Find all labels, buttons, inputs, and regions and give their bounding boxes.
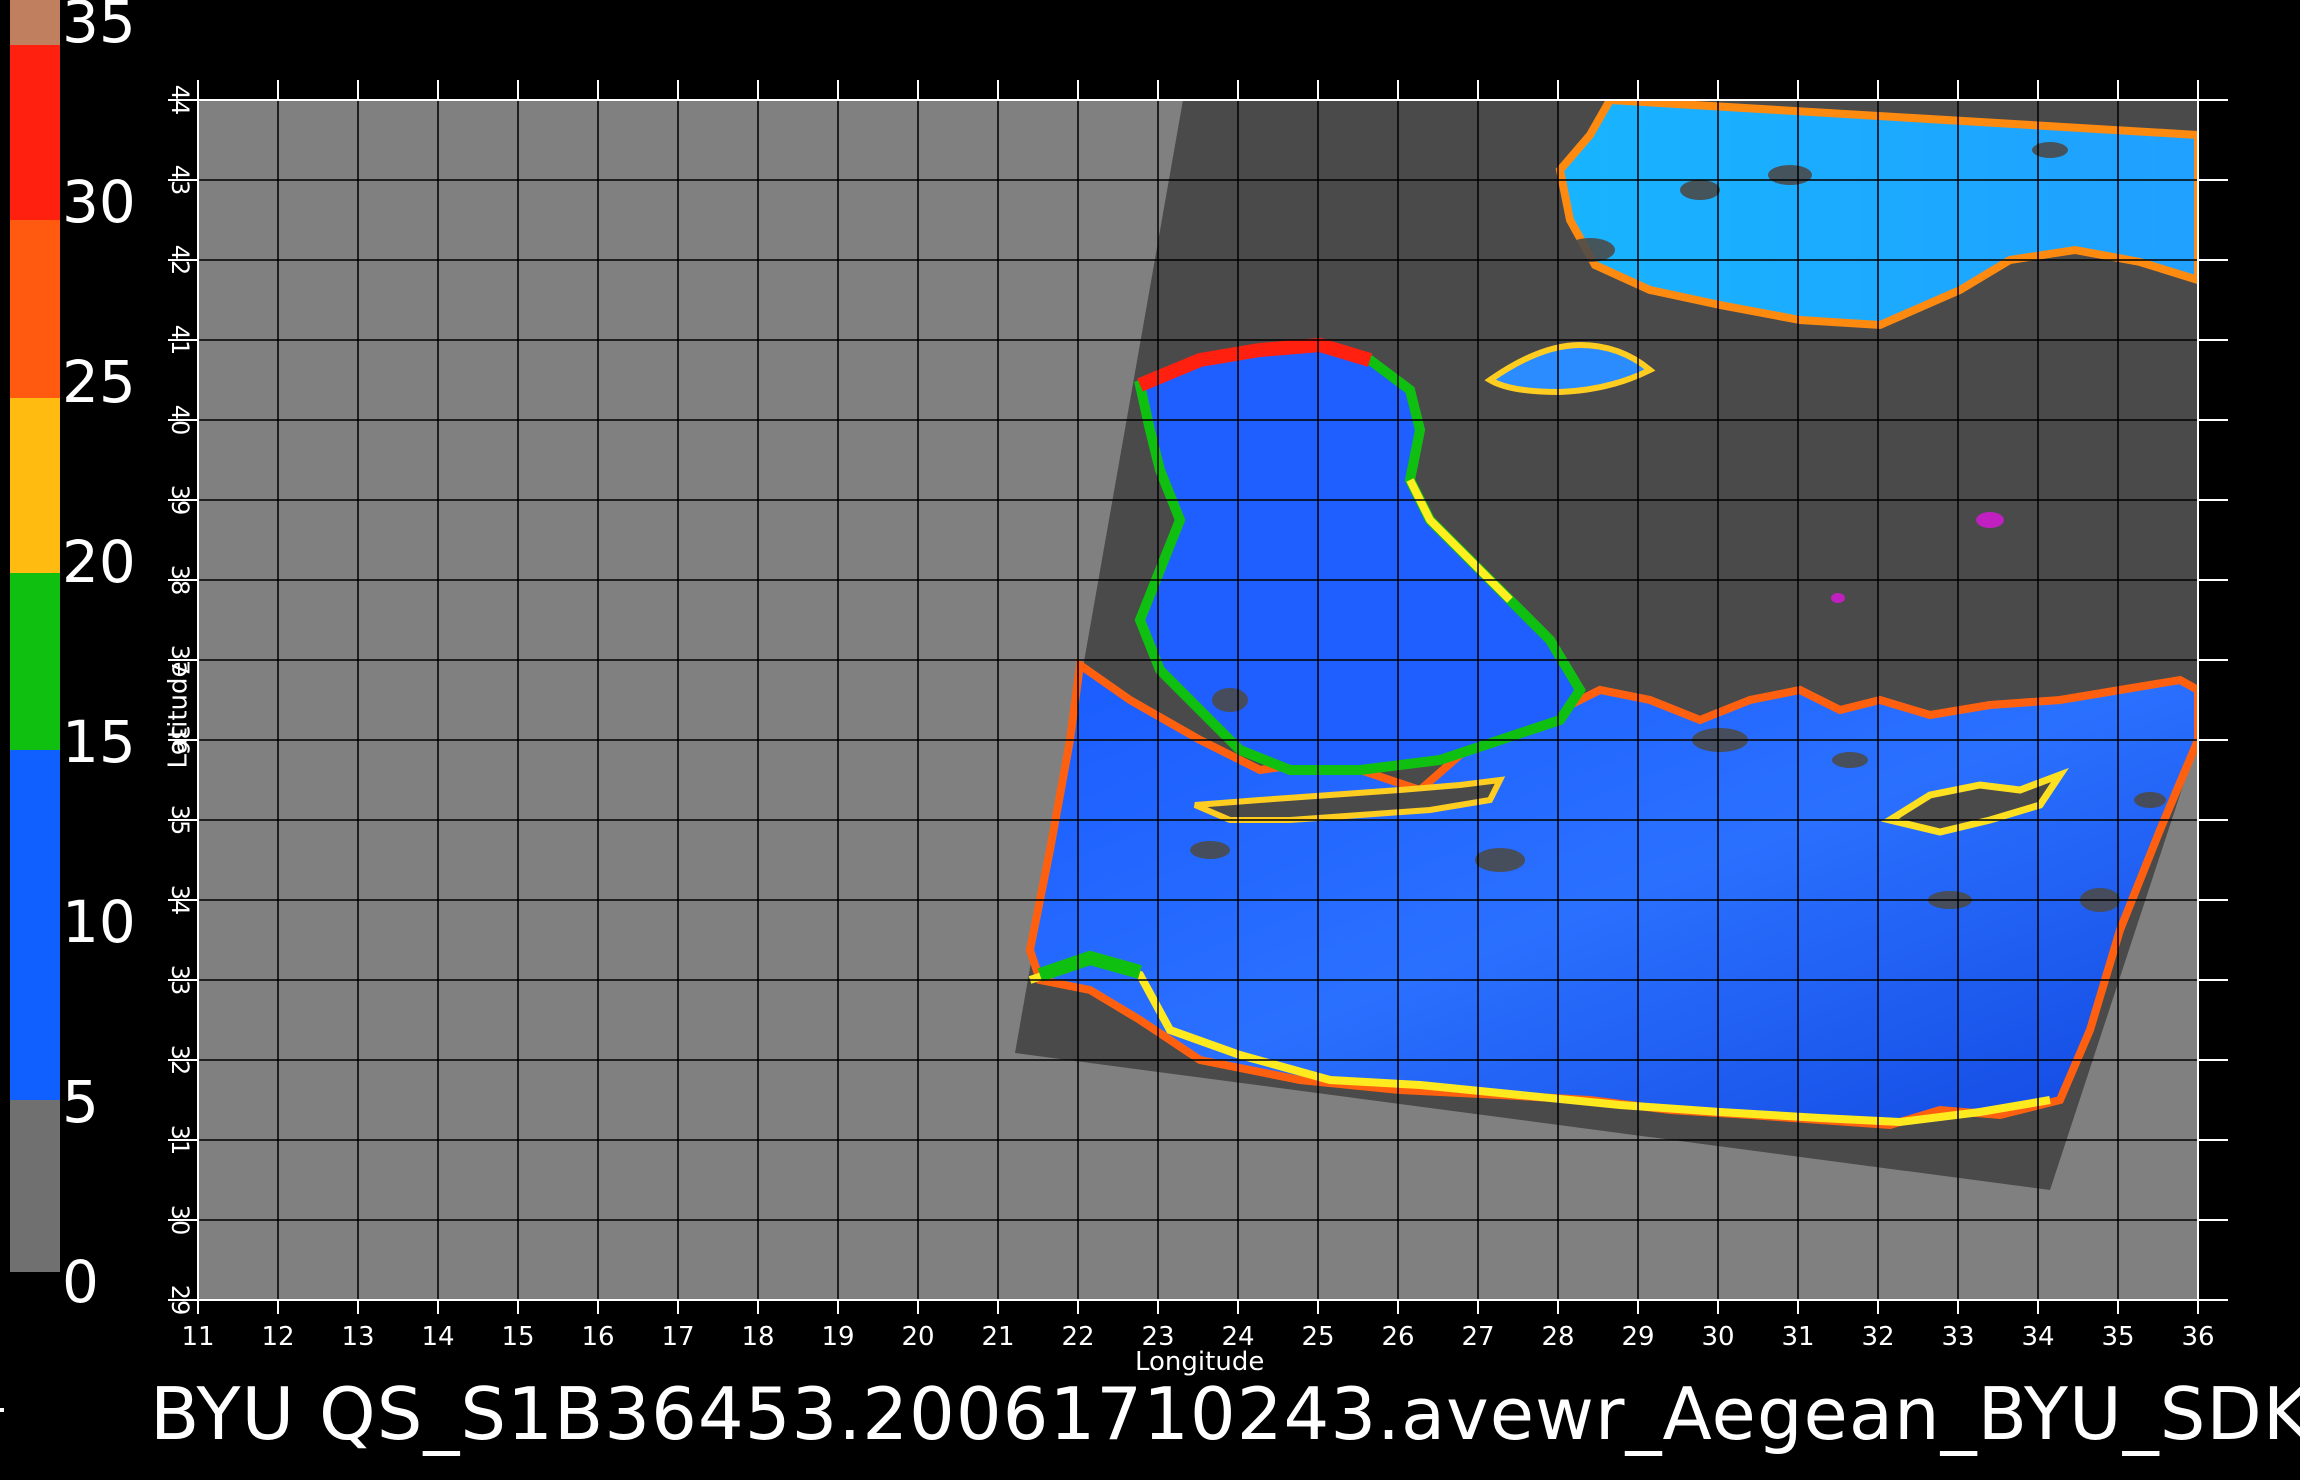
- colorbar-label: 5: [62, 1068, 99, 1136]
- y-tick-label: 38: [166, 565, 194, 596]
- island-marker: [1976, 512, 2004, 528]
- y-tick-label: 30: [166, 1205, 194, 1236]
- colorbar-blue: [10, 750, 60, 1100]
- y-tick-label: 32: [166, 1045, 194, 1076]
- y-tick-label: 34: [166, 885, 194, 916]
- colorbar-gray: [10, 1100, 60, 1272]
- x-tick-label: 27: [1461, 1322, 1494, 1352]
- colorbar-brown: [10, 0, 60, 45]
- y-tick-label: 43: [166, 165, 194, 196]
- x-tick-label: 12: [261, 1322, 294, 1352]
- y-tick-label: 41: [166, 325, 194, 356]
- colorbar-label: 15: [62, 708, 136, 776]
- x-tick-label: 32: [1861, 1322, 1894, 1352]
- y-tick-label: 42: [166, 245, 194, 276]
- x-tick-label: 33: [1941, 1322, 1974, 1352]
- x-tick-label: 25: [1301, 1322, 1334, 1352]
- x-tick-label: 34: [2021, 1322, 2054, 1352]
- x-tick-label: 31: [1781, 1322, 1814, 1352]
- colorbar-label: 25: [62, 348, 136, 416]
- x-tick-label: 26: [1381, 1322, 1414, 1352]
- x-tick-label: 21: [981, 1322, 1014, 1352]
- y-tick-label: 31: [166, 1125, 194, 1156]
- y-tick-label: 33: [166, 965, 194, 996]
- x-tick-label: 18: [741, 1322, 774, 1352]
- colorbar-label: 0: [62, 1248, 99, 1316]
- y-tick-label: 40: [166, 405, 194, 436]
- colorbar-green: [10, 573, 60, 750]
- x-tick-label: 36: [2181, 1322, 2214, 1352]
- colorbar-label: 30: [62, 168, 136, 236]
- y-tick-label: 35: [166, 805, 194, 836]
- colorbar-label: 35: [62, 0, 136, 56]
- x-tick-label: 20: [901, 1322, 934, 1352]
- colorbar: [10, 0, 60, 1272]
- x-tick-label: 14: [421, 1322, 454, 1352]
- x-tick-label: 16: [581, 1322, 614, 1352]
- colorbar-orange: [10, 398, 60, 573]
- x-tick-label: 19: [821, 1322, 854, 1352]
- colorbar-label: 10: [62, 888, 136, 956]
- map-plot: 11 12 13 14 15 16 17 18 19 20 21 22 23 24 25 26 27 28 29 30…: [166, 80, 2228, 1352]
- x-tick-label: 22: [1061, 1322, 1094, 1352]
- x-tick-label: 17: [661, 1322, 694, 1352]
- edge-marker: [0, 1408, 4, 1412]
- x-tick-label: 13: [341, 1322, 374, 1352]
- y-tick-label: 44: [166, 85, 194, 116]
- y-tick-label: 29: [166, 1285, 194, 1316]
- x-tick-label: 28: [1541, 1322, 1574, 1352]
- colorbar-red: [10, 45, 60, 220]
- x-tick-label: 35: [2101, 1322, 2134, 1352]
- y-tick-label: 39: [166, 485, 194, 516]
- colorbar-label: 20: [62, 528, 136, 596]
- y-axis-title: Latitude: [163, 661, 194, 769]
- x-tick-label: 30: [1701, 1322, 1734, 1352]
- island-marker: [1831, 593, 1845, 603]
- x-tick-label: 11: [181, 1322, 214, 1352]
- x-tick-label: 15: [501, 1322, 534, 1352]
- colorbar-red-dark: [10, 220, 60, 398]
- x-tick-label: 29: [1621, 1322, 1654, 1352]
- footer-title: BYU QS_S1B36453.20061710243.avewr_Aegean…: [150, 1372, 2300, 1456]
